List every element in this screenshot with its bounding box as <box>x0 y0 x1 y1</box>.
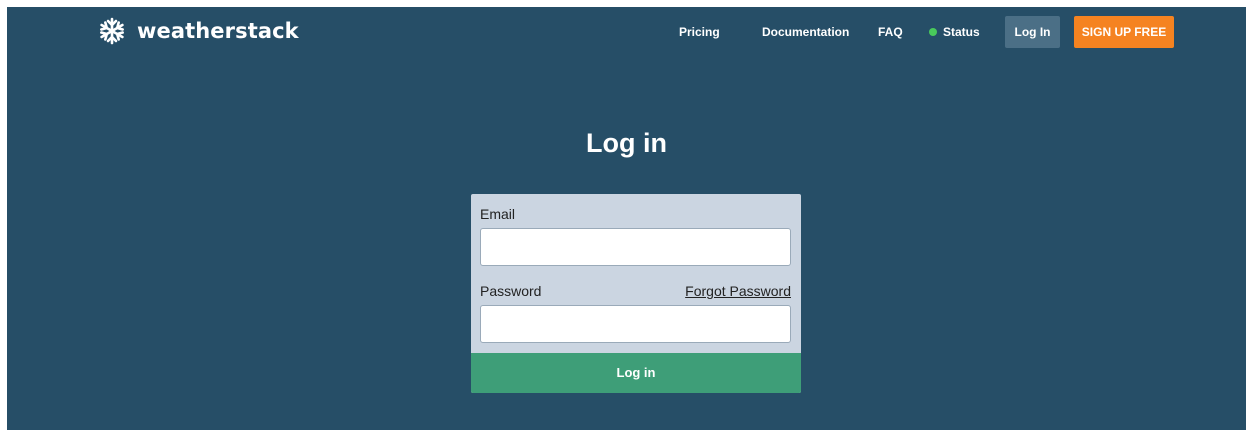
password-field[interactable] <box>480 305 791 343</box>
nav-faq[interactable]: FAQ <box>878 16 903 48</box>
login-submit-button[interactable]: Log in <box>471 353 801 393</box>
password-label: Password <box>480 283 542 299</box>
login-form: Email Password Forgot Password Log in <box>471 194 801 393</box>
top-nav: Pricing Documentation FAQ Status Log In … <box>7 16 1246 48</box>
nav-pricing[interactable]: Pricing <box>679 16 720 48</box>
forgot-password-link[interactable]: Forgot Password <box>685 283 791 299</box>
status-indicator-icon <box>929 27 937 36</box>
nav-documentation[interactable]: Documentation <box>762 16 849 48</box>
email-field[interactable] <box>480 228 791 266</box>
nav-status-label: Status <box>943 25 980 39</box>
page-title: Log in <box>586 128 667 158</box>
nav-status[interactable]: Status <box>929 16 980 48</box>
nav-login-button[interactable]: Log In <box>1005 16 1060 48</box>
email-label: Email <box>480 206 516 222</box>
signup-button[interactable]: SIGN UP FREE <box>1074 16 1174 48</box>
page-frame: weatherstack Pricing Documentation FAQ S… <box>7 7 1246 430</box>
